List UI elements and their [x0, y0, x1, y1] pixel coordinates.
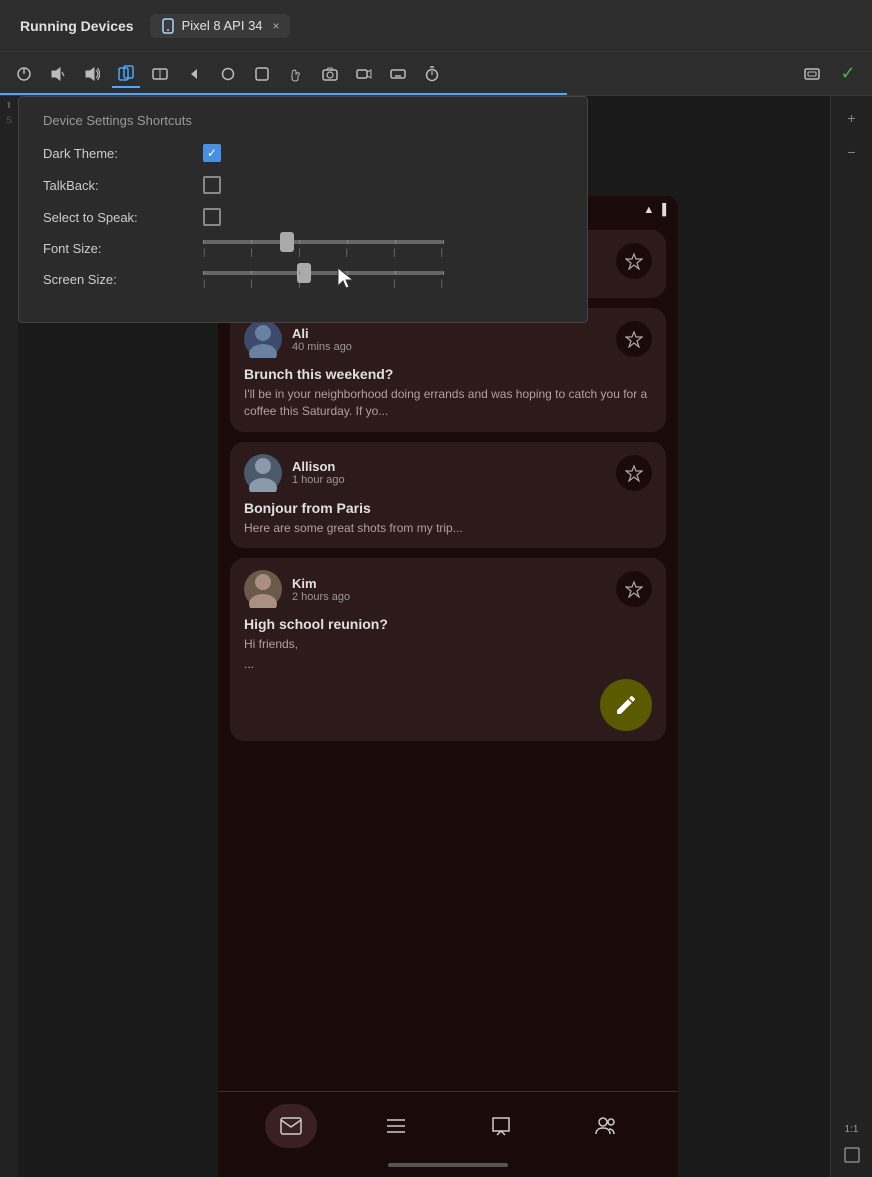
ali-name: Ali [292, 326, 606, 341]
dark-theme-checkbox[interactable]: ✓ [203, 144, 221, 162]
allison-avatar [244, 454, 282, 492]
back-icon[interactable] [180, 60, 208, 88]
keyboard-icon[interactable] [384, 60, 412, 88]
device-settings-title: Device Settings Shortcuts [43, 113, 563, 128]
kim-ellipsis: ... [244, 657, 652, 671]
font-size-row: Font Size: | [43, 240, 563, 257]
ali-subject: Brunch this weekend? [244, 366, 652, 382]
right-panel: + − 1:1 [830, 96, 872, 1177]
kim-sender-info: Kim 2 hours ago [292, 576, 606, 603]
allison-time: 1 hour ago [292, 474, 606, 486]
zoom-level: 1:1 [845, 1124, 859, 1135]
email-card-ali[interactable]: Ali 40 mins ago Brunch this weekend? I'l… [230, 308, 666, 432]
device-tab[interactable]: Pixel 8 API 34 × [150, 14, 290, 38]
running-devices-title: Running Devices [12, 14, 142, 38]
allison-preview: Here are some great shots from my trip..… [244, 520, 652, 537]
email-list: ... Ali 40 mins ago [218, 224, 678, 1091]
screen-size-label: Screen Size: [43, 272, 203, 287]
ali-card-header: Ali 40 mins ago [244, 320, 652, 358]
bottom-scroll-indicator [388, 1163, 508, 1167]
talkback-checkbox[interactable] [203, 176, 221, 194]
talkback-row: TalkBack: [43, 176, 563, 194]
minus-zoom-button[interactable]: − [838, 138, 866, 166]
screenshot-icon[interactable] [282, 60, 310, 88]
device-screen: Device Settings Shortcuts Dark Theme: ✓ … [18, 96, 830, 1177]
bottom-nav-chat[interactable] [475, 1104, 527, 1148]
font-size-slider-container: | | | | | | [203, 240, 563, 257]
ali-preview: I'll be in your neighborhood doing erran… [244, 386, 652, 420]
ali-sender-info: Ali 40 mins ago [292, 326, 606, 353]
recents-icon[interactable] [248, 60, 276, 88]
toolbar-right: ✓ [798, 60, 862, 88]
bottom-nav-list[interactable] [370, 1104, 422, 1148]
rotate-icon[interactable] [112, 60, 140, 88]
ali-time: 40 mins ago [292, 341, 606, 353]
screen-size-row: Screen Size: | [43, 271, 563, 288]
allison-subject: Bonjour from Paris [244, 500, 652, 516]
screen-size-slider-container: | | | | | | [203, 271, 563, 288]
talkback-label: TalkBack: [43, 178, 203, 193]
main-area: ⬆ S Device Settings Shortcuts Dark Theme… [0, 96, 872, 1177]
kim-name: Kim [292, 576, 606, 591]
font-size-slider-track[interactable] [203, 240, 443, 244]
bottom-nav-email[interactable] [265, 1104, 317, 1148]
screen-size-slider-track[interactable] [203, 271, 443, 275]
tab-close-button[interactable]: × [273, 19, 280, 33]
fold-icon[interactable] [146, 60, 174, 88]
power-icon[interactable] [10, 60, 38, 88]
kim-card-header: Kim 2 hours ago [244, 570, 652, 608]
partial-star-button[interactable] [616, 243, 652, 279]
bottom-nav-contacts[interactable] [580, 1104, 632, 1148]
volume-down-icon[interactable] [44, 60, 72, 88]
select-to-speak-row: Select to Speak: [43, 208, 563, 226]
compose-fab-button[interactable] [600, 679, 652, 731]
title-bar: Running Devices Pixel 8 API 34 × [0, 0, 872, 52]
allison-card-header: Allison 1 hour ago [244, 454, 652, 492]
left-panel-item-2: S [6, 115, 12, 125]
font-size-slider-thumb[interactable] [280, 232, 294, 252]
toolbar-progress [0, 93, 567, 95]
screen-mirror-icon[interactable] [798, 60, 826, 88]
kim-star-button[interactable] [616, 571, 652, 607]
device-tab-icon [160, 18, 176, 34]
toolbar: ✓ [0, 52, 872, 96]
dark-theme-label: Dark Theme: [43, 146, 203, 161]
left-panel: ⬆ S [0, 96, 18, 1177]
ali-star-button[interactable] [616, 321, 652, 357]
video-icon[interactable] [350, 60, 378, 88]
checkmark-icon[interactable]: ✓ [834, 60, 862, 88]
kim-preview: Hi friends, [244, 636, 652, 653]
select-to-speak-checkbox[interactable] [203, 208, 221, 226]
volume-up-icon[interactable] [78, 60, 106, 88]
email-card-kim[interactable]: Kim 2 hours ago High school reunion? Hi … [230, 558, 666, 741]
allison-sender-info: Allison 1 hour ago [292, 459, 606, 486]
left-panel-item: ⬆ [5, 100, 13, 111]
bottom-nav [218, 1091, 678, 1159]
phone-screen: ▲ ▐ [218, 196, 678, 1177]
select-to-speak-label: Select to Speak: [43, 210, 203, 225]
screen-fit-button[interactable] [838, 1141, 866, 1169]
kim-avatar [244, 570, 282, 608]
ali-avatar [244, 320, 282, 358]
dark-theme-row: Dark Theme: ✓ [43, 144, 563, 162]
wifi-icon: ▲ [643, 204, 654, 216]
timer-icon[interactable] [418, 60, 446, 88]
home-icon[interactable] [214, 60, 242, 88]
allison-name: Allison [292, 459, 606, 474]
kim-subject: High school reunion? [244, 616, 652, 632]
dark-theme-checkmark: ✓ [207, 147, 217, 159]
camera-icon[interactable] [316, 60, 344, 88]
allison-star-button[interactable] [616, 455, 652, 491]
font-size-label: Font Size: [43, 241, 203, 256]
kim-time: 2 hours ago [292, 591, 606, 603]
email-card-allison[interactable]: Allison 1 hour ago Bonjour from Paris He… [230, 442, 666, 549]
device-settings-overlay: Device Settings Shortcuts Dark Theme: ✓ … [18, 96, 588, 323]
battery-icon: ▐ [658, 204, 666, 216]
device-tab-name: Pixel 8 API 34 [182, 18, 263, 33]
add-zoom-button[interactable]: + [838, 104, 866, 132]
